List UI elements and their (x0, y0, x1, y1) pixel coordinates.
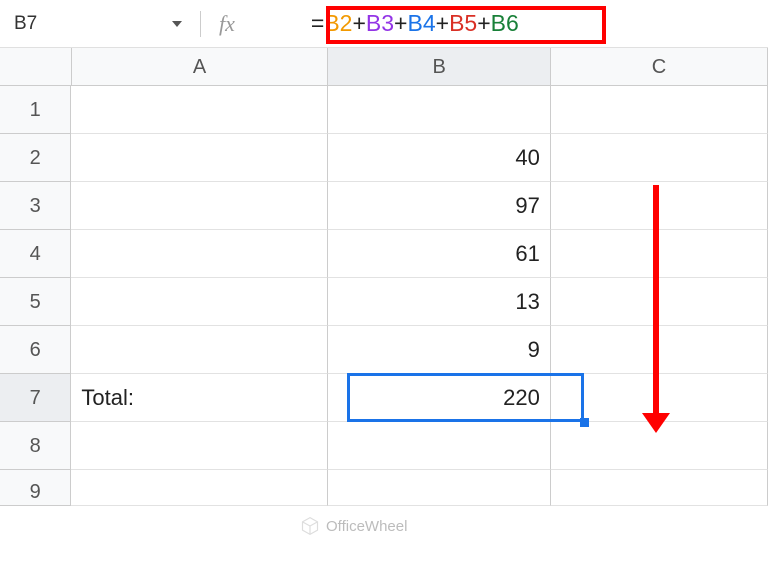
cell-c1[interactable] (551, 86, 768, 134)
cell-b3[interactable]: 97 (328, 182, 551, 230)
row-header-9[interactable]: 9 (0, 470, 71, 506)
cell-c7[interactable] (551, 374, 768, 422)
row-header-7[interactable]: 7 (0, 374, 71, 422)
row-header-4[interactable]: 4 (0, 230, 71, 278)
name-box-value: B7 (14, 13, 37, 35)
formula-plus: + (394, 10, 407, 36)
row-header-1[interactable]: 1 (0, 86, 71, 134)
cell-a9[interactable] (71, 470, 328, 506)
cell-b4[interactable]: 61 (328, 230, 551, 278)
row-3: 3 97 (0, 182, 768, 230)
cell-a4[interactable] (71, 230, 328, 278)
cell-c3[interactable] (551, 182, 768, 230)
formula-plus: + (352, 10, 365, 36)
chevron-down-icon[interactable] (172, 21, 182, 27)
column-header-a[interactable]: A (72, 48, 329, 86)
row-4: 4 61 (0, 230, 768, 278)
formula-plus: + (436, 10, 449, 36)
row-header-6[interactable]: 6 (0, 326, 71, 374)
row-1: 1 (0, 86, 768, 134)
cell-a6[interactable] (71, 326, 328, 374)
formula-bar: B7 fx =B2+B3+B4+B5+B6 (0, 0, 768, 48)
logo-icon (300, 516, 320, 536)
cell-c8[interactable] (551, 422, 768, 470)
formula-ref-b3: B3 (366, 10, 394, 36)
cell-b5[interactable]: 13 (328, 278, 551, 326)
cell-c9[interactable] (551, 470, 768, 506)
row-header-2[interactable]: 2 (0, 134, 71, 182)
fx-icon: fx (219, 11, 235, 37)
row-header-8[interactable]: 8 (0, 422, 71, 470)
name-box[interactable]: B7 (10, 13, 190, 35)
formula-ref-b6: B6 (491, 10, 519, 36)
cell-c5[interactable] (551, 278, 768, 326)
row-9: 9 (0, 470, 768, 506)
formula-ref-b2: B2 (324, 10, 352, 36)
cell-b9[interactable] (328, 470, 551, 506)
watermark-text: OfficeWheel (326, 518, 407, 535)
row-7: 7 Total: 220 (0, 374, 768, 422)
formula-ref-b5: B5 (449, 10, 477, 36)
row-8: 8 (0, 422, 768, 470)
row-6: 6 9 (0, 326, 768, 374)
cell-b6[interactable]: 9 (328, 326, 551, 374)
cell-c6[interactable] (551, 326, 768, 374)
divider (200, 11, 201, 37)
row-2: 2 40 (0, 134, 768, 182)
watermark: OfficeWheel (300, 516, 407, 536)
formula-plus: + (477, 10, 490, 36)
column-header-c[interactable]: C (551, 48, 768, 86)
formula-ref-b4: B4 (407, 10, 435, 36)
spreadsheet-grid[interactable]: A B C 1 2 40 3 97 4 61 5 13 6 9 7 (0, 48, 768, 506)
cell-a7[interactable]: Total: (71, 374, 328, 422)
cell-a2[interactable] (71, 134, 328, 182)
cell-a3[interactable] (71, 182, 328, 230)
cell-b2[interactable]: 40 (328, 134, 551, 182)
row-header-3[interactable]: 3 (0, 182, 71, 230)
cell-b1[interactable] (328, 86, 551, 134)
select-all-corner[interactable] (0, 48, 72, 86)
cell-c4[interactable] (551, 230, 768, 278)
formula-input[interactable]: =B2+B3+B4+B5+B6 (305, 8, 525, 39)
column-headers: A B C (0, 48, 768, 86)
row-5: 5 13 (0, 278, 768, 326)
cell-a8[interactable] (71, 422, 328, 470)
cell-a5[interactable] (71, 278, 328, 326)
cell-a1[interactable] (71, 86, 328, 134)
row-header-5[interactable]: 5 (0, 278, 71, 326)
column-header-b[interactable]: B (328, 48, 551, 86)
cell-b7[interactable]: 220 (328, 374, 551, 422)
formula-eq: = (311, 10, 324, 36)
cell-c2[interactable] (551, 134, 768, 182)
cell-b8[interactable] (328, 422, 551, 470)
